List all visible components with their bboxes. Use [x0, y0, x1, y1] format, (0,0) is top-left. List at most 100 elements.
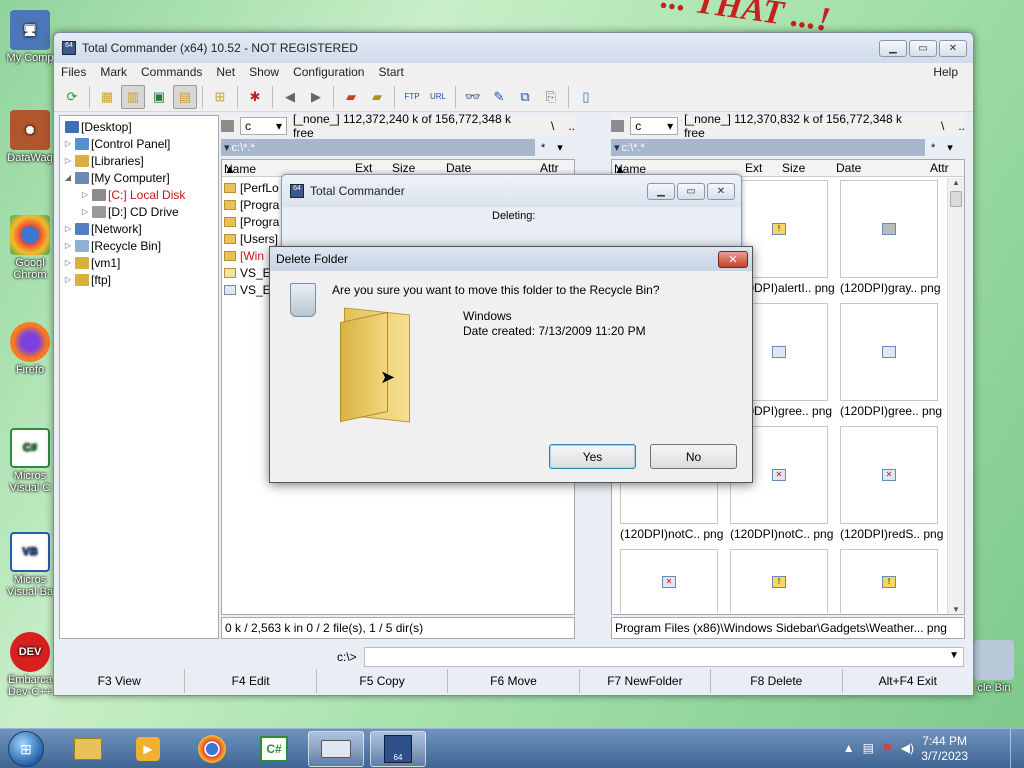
left-up-button[interactable]: ..	[568, 119, 575, 133]
f5-copy-button[interactable]: F5 Copy	[317, 669, 449, 693]
minimize-button[interactable]: ▁	[879, 39, 907, 57]
f8-delete-button[interactable]: F8 Delete	[711, 669, 843, 693]
close-button[interactable]: ✕	[939, 39, 967, 57]
scroll-down-icon[interactable]: ▼	[948, 605, 964, 614]
desktop-icon-visual-basic[interactable]: VB Micros Visual Ba	[0, 532, 60, 598]
right-up-button[interactable]: ..	[958, 119, 965, 133]
tree-item-desktop[interactable]: [Desktop]	[63, 118, 132, 135]
expand-icon[interactable]: ▷	[63, 258, 73, 267]
menu-mark[interactable]: Mark	[93, 63, 134, 82]
taskbar-keyboard-app[interactable]	[308, 731, 364, 767]
flag-icon[interactable]: ⚑	[882, 741, 893, 755]
tree-item-control-panel[interactable]: ▷ [Control Panel]	[63, 135, 170, 152]
menu-files[interactable]: Files	[54, 63, 93, 82]
left-drive-select[interactable]: c ▾	[239, 117, 287, 135]
volume-icon[interactable]: ◀)	[901, 741, 914, 755]
maximize-button[interactable]: ▭	[677, 182, 705, 200]
taskbar-chrome[interactable]	[184, 731, 240, 767]
taskbar-explorer[interactable]	[60, 731, 116, 767]
expand-icon[interactable]: ▷	[80, 207, 90, 216]
copy-names-button[interactable]: ⎘	[539, 85, 563, 109]
col-ext[interactable]: Ext	[355, 161, 372, 175]
col-size[interactable]: Size	[782, 161, 805, 175]
window-titlebar[interactable]: 64 Total Commander (x64) 10.52 - NOT REG…	[54, 33, 973, 63]
expand-icon[interactable]: ▷	[63, 156, 73, 165]
expand-icon[interactable]: ▷	[63, 275, 73, 284]
thumbnail[interactable]	[840, 180, 938, 278]
back-button[interactable]: ◀	[278, 85, 302, 109]
chevron-down-icon[interactable]: ▼	[949, 650, 959, 661]
pack-button[interactable]: ▰	[339, 85, 363, 109]
tree-item-c-drive[interactable]: ▷ [C:] Local Disk	[80, 186, 185, 203]
brief-view-button[interactable]: ▦	[95, 85, 119, 109]
desktop-icon-visual-csharp[interactable]: C# Micros Visual C	[0, 428, 60, 494]
minimize-button[interactable]: ▁	[647, 182, 675, 200]
list-item[interactable]: [Progra	[224, 213, 279, 230]
invert-selection-button[interactable]: ⊞	[208, 85, 232, 109]
expand-icon[interactable]: ▷	[63, 241, 73, 250]
f4-edit-button[interactable]: F4 Edit	[185, 669, 317, 693]
altf4-exit-button[interactable]: Alt+F4 Exit	[843, 669, 973, 693]
menu-net[interactable]: Net	[209, 63, 242, 82]
f6-move-button[interactable]: F6 Move	[448, 669, 580, 693]
thumbnail[interactable]	[840, 303, 938, 401]
no-button[interactable]: No	[650, 444, 737, 469]
tree-item-my-computer[interactable]: ◢ [My Computer]	[63, 169, 170, 186]
forward-button[interactable]: ▶	[304, 85, 328, 109]
f3-view-button[interactable]: F3 View	[54, 669, 186, 693]
col-date[interactable]: Date	[836, 161, 861, 175]
scroll-up-icon[interactable]: ▲	[948, 178, 964, 187]
tree-item-ftp[interactable]: ▷ [ftp]	[63, 271, 111, 288]
taskbar-total-commander[interactable]: 64	[370, 731, 426, 767]
notepad-button[interactable]: ▯	[574, 85, 598, 109]
tree-item-vm1[interactable]: ▷ [vm1]	[63, 254, 120, 271]
network-icon[interactable]: ▤	[863, 741, 874, 755]
col-attr[interactable]: Attr	[540, 161, 559, 175]
tree-view-button[interactable]: ▤	[173, 84, 197, 109]
col-size[interactable]: Size	[392, 161, 415, 175]
ftp-button[interactable]: FTP	[400, 85, 424, 109]
multi-rename-button[interactable]: ✎	[487, 85, 511, 109]
menu-show[interactable]: Show	[242, 63, 286, 82]
full-view-button[interactable]: ▥	[121, 84, 145, 109]
expand-icon[interactable]: ▷	[63, 224, 73, 233]
thumbnail-view-button[interactable]: ▣	[147, 85, 171, 109]
col-date[interactable]: Date	[446, 161, 471, 175]
thumbnail[interactable]: ✕	[620, 549, 718, 613]
taskbar-media-player[interactable]: ▶	[120, 731, 176, 767]
desktop-icon-my-computer[interactable]: 🖥 My Comp	[0, 10, 60, 64]
dialog-close-button[interactable]: ✕	[718, 250, 748, 268]
right-path-bar[interactable]: ▾ c:\*.*	[611, 139, 925, 156]
col-attr[interactable]: Attr	[930, 161, 949, 175]
yes-button[interactable]: Yes	[549, 444, 636, 469]
refresh-button[interactable]: ⟳	[60, 85, 84, 109]
list-item[interactable]: [Win	[224, 247, 264, 264]
list-item[interactable]: [Progra	[224, 196, 279, 213]
list-item[interactable]: [PerfLo	[224, 179, 279, 196]
f7-newfolder-button[interactable]: F7 NewFolder	[580, 669, 712, 693]
right-filter[interactable]: * ▾	[931, 139, 965, 156]
collapse-icon[interactable]: ◢	[63, 173, 73, 182]
left-root-button[interactable]: \	[551, 119, 554, 133]
tree-item-recycle-bin[interactable]: ▷ [Recycle Bin]	[63, 237, 161, 254]
right-scrollbar[interactable]: ▲ ▼	[947, 178, 964, 614]
dialog-titlebar[interactable]: 64 Total Commander ▁ ▭ ✕	[282, 175, 741, 207]
tree-item-libraries[interactable]: ▷ [Libraries]	[63, 152, 144, 169]
dialog-titlebar[interactable]: Delete Folder ✕	[270, 247, 752, 271]
tree-item-network[interactable]: ▷ [Network]	[63, 220, 142, 237]
thumbnail[interactable]: !	[730, 549, 828, 613]
scroll-thumb[interactable]	[950, 191, 962, 207]
desktop-icon-chrome[interactable]: Googl Chrom	[0, 215, 60, 281]
close-button[interactable]: ✕	[707, 182, 735, 200]
thumbnail[interactable]: !	[840, 549, 938, 613]
desktop-icon-firefox[interactable]: Firefo	[0, 322, 60, 376]
col-ext[interactable]: Ext	[745, 161, 762, 175]
desktop-icon-devcpp[interactable]: DEV Embarca Dev-C++	[0, 632, 60, 698]
tree-item-d-drive[interactable]: ▷ [D:] CD Drive	[80, 203, 179, 220]
unpack-button[interactable]: ▰	[365, 85, 389, 109]
expand-icon[interactable]: ▷	[80, 190, 90, 199]
taskbar-visual-csharp[interactable]: C#	[246, 731, 302, 767]
menu-start[interactable]: Start	[371, 63, 410, 82]
maximize-button[interactable]: ▭	[909, 39, 937, 57]
expand-icon[interactable]: ▷	[63, 139, 73, 148]
